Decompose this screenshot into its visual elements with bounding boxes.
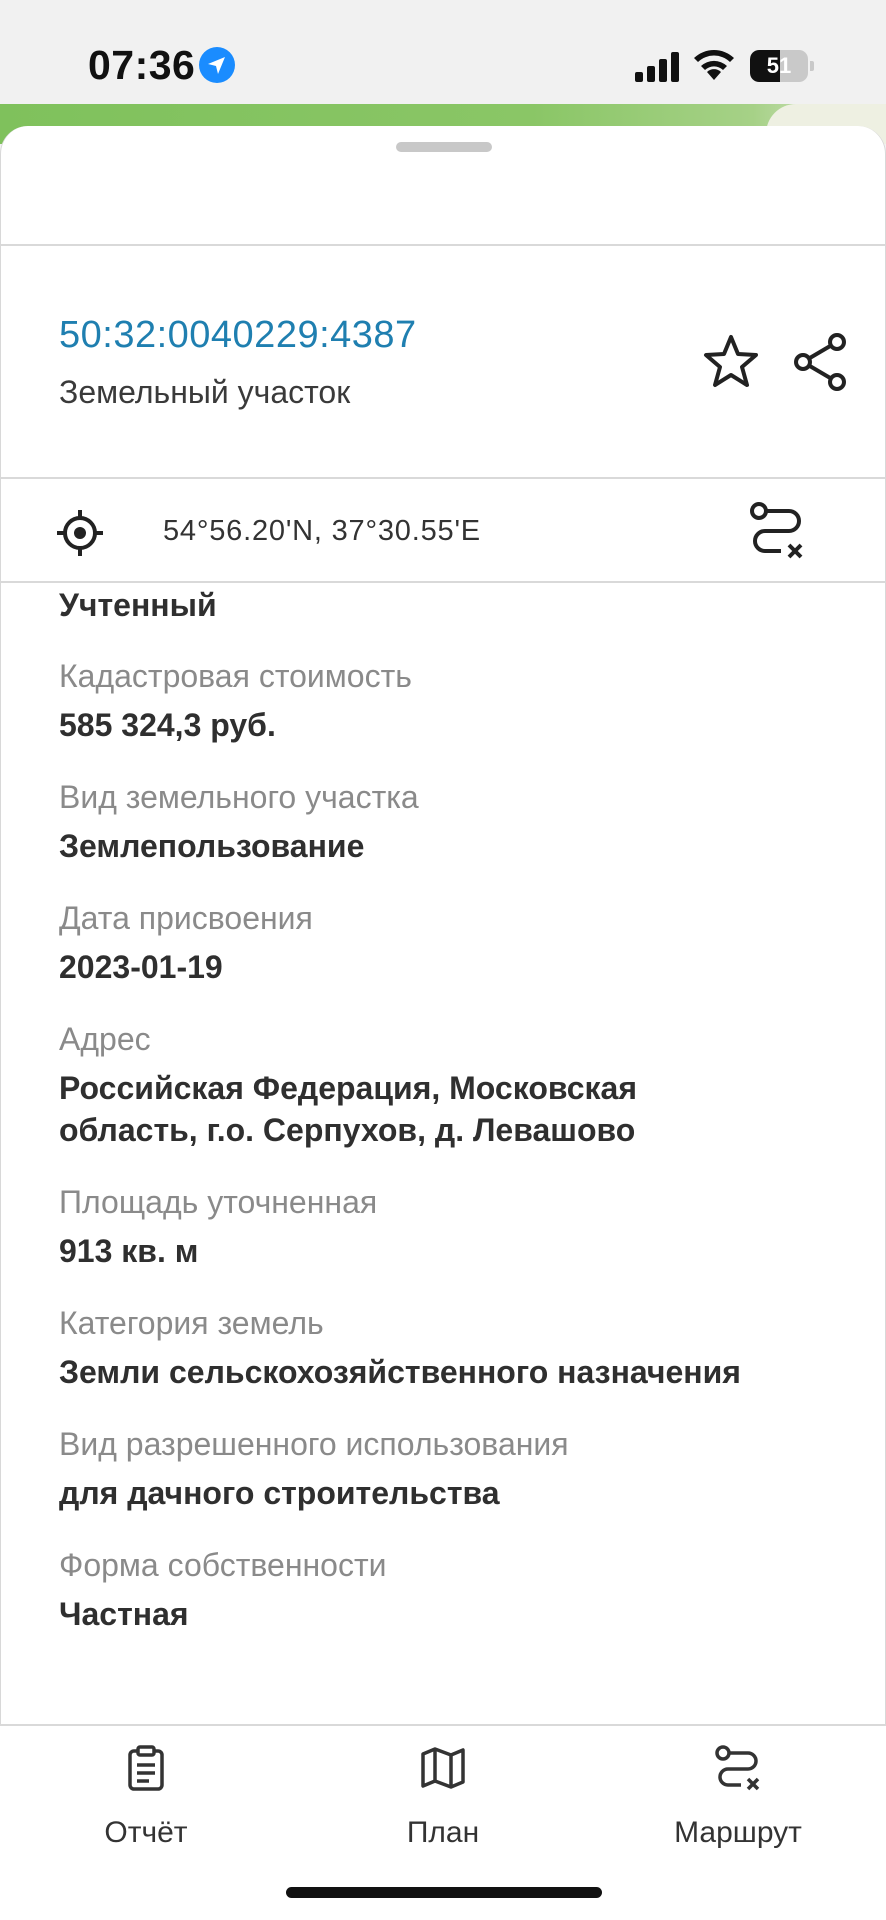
nav-plan-label: План	[406, 1816, 480, 1849]
divider	[0, 1724, 886, 1726]
clipboard-icon	[128, 1745, 164, 1791]
nav-route-button[interactable]: Маршрут	[628, 1744, 848, 1850]
property-value: Землепользование	[59, 828, 365, 864]
property-label: Форма собственности	[59, 1547, 387, 1583]
status-value: Учтенный	[59, 587, 217, 623]
property-label: Дата присвоения	[59, 900, 313, 936]
property-value: 913 кв. м	[59, 1233, 199, 1269]
nav-report-button[interactable]: Отчёт	[36, 1744, 256, 1850]
share-icon[interactable]	[791, 332, 849, 392]
property-value: 585 324,3 руб.	[59, 707, 276, 743]
nav-plan-button[interactable]: План	[333, 1744, 553, 1850]
property-value: для дачного строительства	[59, 1475, 500, 1511]
coordinates-text[interactable]: 54°56.20'N, 37°30.55'E	[163, 515, 481, 548]
map-icon	[421, 1747, 465, 1789]
nav-report-label: Отчёт	[104, 1816, 188, 1849]
cadastral-number[interactable]: 50:32:0040229:4387	[59, 314, 417, 357]
property-label: Вид разрешенного использования	[59, 1426, 569, 1462]
battery-indicator: 51	[750, 50, 814, 82]
home-indicator[interactable]	[286, 1887, 602, 1898]
favorite-star-icon[interactable]	[701, 332, 761, 392]
property-label: Кадастровая стоимость	[59, 658, 412, 694]
route-icon	[715, 1745, 760, 1791]
property-label: Адрес	[59, 1021, 151, 1057]
wifi-icon	[694, 50, 734, 80]
status-bar: 07:36 51	[0, 0, 886, 104]
location-arrow-icon	[199, 47, 235, 83]
property-value: Российская Федерация, Московская	[59, 1070, 638, 1106]
divider	[1, 477, 886, 479]
divider	[1, 581, 886, 583]
sheet-drag-handle[interactable]	[396, 142, 492, 152]
cellular-signal-icon	[635, 52, 679, 82]
property-value: Земли сельскохозяйственного назначения	[59, 1354, 741, 1390]
status-time: 07:36	[88, 42, 196, 88]
details-sheet: 50:32:0040229:4387 Земельный участок 54°…	[0, 126, 886, 1920]
divider	[1, 244, 886, 246]
property-value: область, г.о. Серпухов, д. Левашово	[59, 1112, 636, 1148]
property-value: 2023-01-19	[59, 949, 223, 985]
nav-route-label: Маршрут	[674, 1816, 802, 1849]
object-type: Земельный участок	[59, 374, 351, 410]
route-icon[interactable]	[749, 501, 805, 563]
my-location-target-icon[interactable]	[55, 508, 105, 558]
property-label: Площадь уточненная	[59, 1184, 378, 1220]
property-label: Категория земель	[59, 1305, 324, 1341]
property-value: Частная	[59, 1596, 189, 1632]
property-label: Вид земельного участка	[59, 779, 419, 815]
battery-percent: 51	[766, 53, 792, 78]
